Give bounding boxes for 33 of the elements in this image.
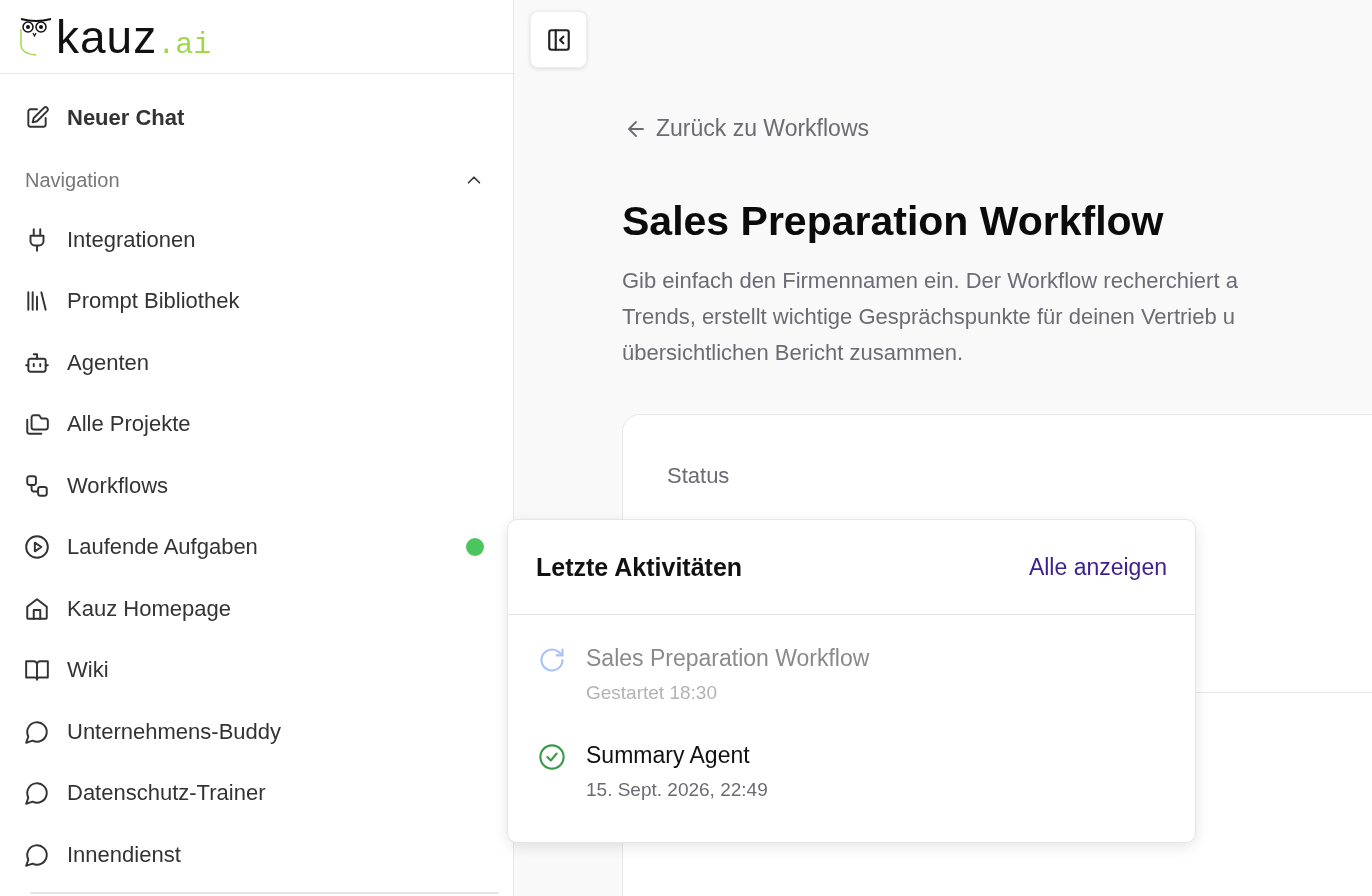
chat-bubble-icon — [24, 718, 50, 745]
show-all-link[interactable]: Alle anzeigen — [1028, 553, 1167, 581]
nav-item[interactable]: Integrationen — [0, 209, 513, 271]
back-link[interactable]: Zurück zu Workflows — [624, 115, 869, 142]
chat-bubble-icon — [24, 780, 50, 807]
edit-icon — [24, 105, 50, 131]
sidebar-toggle-button[interactable] — [530, 11, 587, 68]
nav-item[interactable]: Workflows — [0, 455, 513, 517]
owl-logo-icon — [18, 16, 54, 57]
home-icon — [24, 595, 50, 622]
logo-wordmark: kauz.ai — [56, 9, 212, 64]
nav-item[interactable]: Laufende Aufgaben — [0, 516, 513, 578]
popup-title: Letzte Aktivitäten — [536, 552, 743, 582]
nav-item[interactable]: Innendienst — [0, 824, 513, 886]
play-circle-icon — [24, 534, 50, 561]
nav-item[interactable]: Agenten — [0, 332, 513, 394]
description-text: übersichtlichen Bericht zusammen. — [622, 338, 965, 367]
status-label: Status — [667, 462, 731, 489]
new-chat-link[interactable]: Neuer Chat — [0, 93, 209, 143]
check-circle-icon — [538, 743, 566, 771]
nav-item[interactable]: Prompt Bibliothek — [0, 270, 513, 332]
description-text: Trends, erstellt wichtige Gesprächspunkte für deinen Vertrieb u — [622, 302, 1237, 331]
refresh-icon — [538, 646, 566, 674]
section-label: Navigation — [25, 168, 120, 192]
page-title: Sales Preparation Workflow — [622, 197, 1165, 245]
folders-icon — [24, 411, 50, 438]
nav-item[interactable]: Kauz Homepage — [0, 578, 513, 640]
nav-item[interactable]: Alle Projekte — [0, 393, 513, 455]
chat-bubble-icon — [24, 841, 50, 868]
workflow-icon — [24, 472, 50, 499]
description-text: Gib einfach den Firmennamen ein. Der Workflow recherchiert a — [622, 266, 1239, 295]
book-icon — [24, 657, 50, 684]
sidebar-toggle-icon — [545, 26, 572, 53]
